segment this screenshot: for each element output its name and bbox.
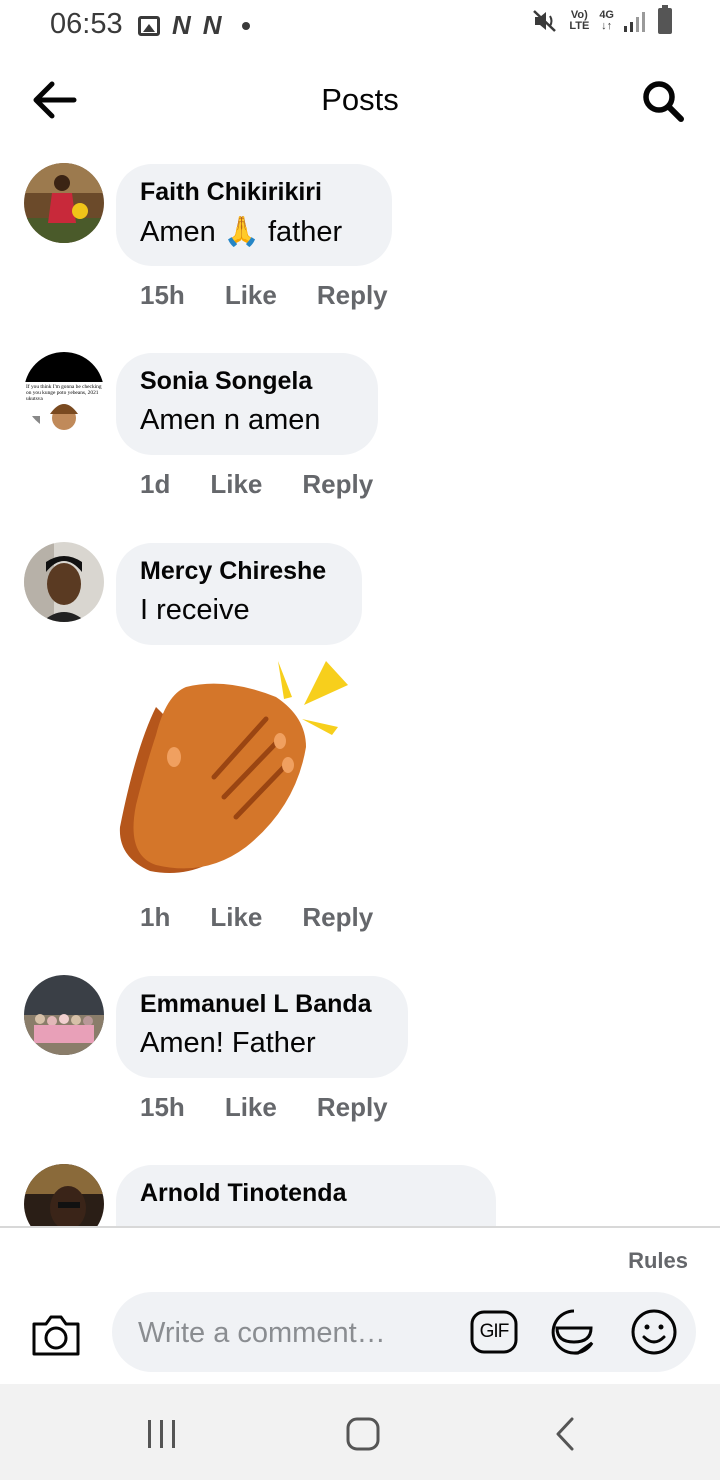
comment-text: Amen 🙏 father: [140, 216, 343, 248]
recent-apps-icon[interactable]: [142, 1414, 182, 1454]
comment-text: Amen! Father: [140, 1027, 316, 1059]
status-time: 06:53: [50, 8, 123, 40]
comment-input[interactable]: [136, 1310, 460, 1356]
reply-button[interactable]: Reply: [317, 1092, 388, 1123]
sticker-icon[interactable]: [550, 1308, 598, 1356]
avatar[interactable]: [24, 542, 104, 622]
comment-bubble[interactable]: Emmanuel L Banda Amen! Father: [116, 976, 408, 1078]
rules-link[interactable]: Rules: [628, 1248, 688, 1274]
like-button[interactable]: Like: [210, 469, 262, 500]
comment-bubble[interactable]: Faith Chikirikiri Amen 🙏 father: [116, 164, 392, 266]
avatar-photo: [24, 975, 104, 1055]
comment-author[interactable]: Sonia Songela: [140, 367, 348, 396]
reply-button[interactable]: Reply: [302, 469, 373, 500]
comment-actions: 15h Like Reply: [140, 280, 388, 311]
home-icon[interactable]: [343, 1414, 383, 1454]
volte-indicator: Vo) LTE: [569, 9, 590, 32]
like-button[interactable]: Like: [225, 280, 277, 311]
comment-author[interactable]: Mercy Chireshe: [140, 557, 332, 586]
gif-label: GIF: [479, 1321, 510, 1342]
comment-input-container: GIF: [112, 1292, 696, 1372]
camera-icon[interactable]: [30, 1312, 82, 1358]
comment-text: Amen n amen: [140, 404, 321, 436]
reply-button[interactable]: Reply: [317, 280, 388, 311]
emoji-icon[interactable]: [630, 1308, 678, 1356]
comment-text: I receive: [140, 594, 250, 626]
comment-bubble[interactable]: Mercy Chireshe I receive: [116, 543, 362, 645]
comment-actions: 1h Like Reply: [140, 902, 373, 933]
comment-time: 1h: [140, 902, 171, 932]
search-icon[interactable]: [640, 78, 686, 124]
praying-hands-emoji: 🙏: [223, 216, 260, 248]
avatar-caption: If you think I'm gonna be checking on yo…: [26, 384, 102, 402]
data-indicator: 4G ↓↑: [599, 9, 614, 32]
avatar[interactable]: [24, 975, 104, 1055]
reply-button[interactable]: Reply: [302, 902, 373, 933]
system-navigation-bar: [0, 1384, 720, 1480]
signal-icon: [624, 12, 645, 32]
avatar-photo: [24, 542, 104, 622]
app-header: Posts: [0, 60, 720, 140]
comment-author[interactable]: Arnold Tinotenda: [140, 1179, 466, 1208]
gallery-notification-icon: [138, 15, 160, 36]
clapping-hands-sticker[interactable]: [116, 657, 356, 882]
avatar[interactable]: [24, 163, 104, 243]
avatar[interactable]: If you think I'm gonna be checking on yo…: [24, 352, 104, 432]
avatar-photo: [24, 163, 104, 243]
comment-time: 1d: [140, 469, 171, 499]
notification-n-icon: N: [172, 10, 191, 40]
back-nav-icon[interactable]: [546, 1414, 586, 1454]
comment-author[interactable]: Emmanuel L Banda: [140, 990, 378, 1019]
comment-time: 15h: [140, 280, 185, 310]
page-title: Posts: [321, 82, 399, 117]
notification-n-icon: N: [202, 10, 222, 40]
more-notifications-dot-icon: [241, 21, 250, 30]
comment-bubble[interactable]: Sonia Songela Amen n amen: [116, 353, 378, 455]
comment-actions: 1d Like Reply: [140, 469, 373, 500]
comment-time: 15h: [140, 1092, 185, 1122]
battery-icon: [658, 5, 672, 34]
mute-icon: [533, 10, 557, 32]
status-bar: 06:53 N N Vo) LTE 4G ↓↑: [0, 0, 720, 50]
like-button[interactable]: Like: [225, 1092, 277, 1123]
comment-actions: 15h Like Reply: [140, 1092, 388, 1123]
like-button[interactable]: Like: [210, 902, 262, 933]
comment-author[interactable]: Faith Chikirikiri: [140, 178, 362, 207]
